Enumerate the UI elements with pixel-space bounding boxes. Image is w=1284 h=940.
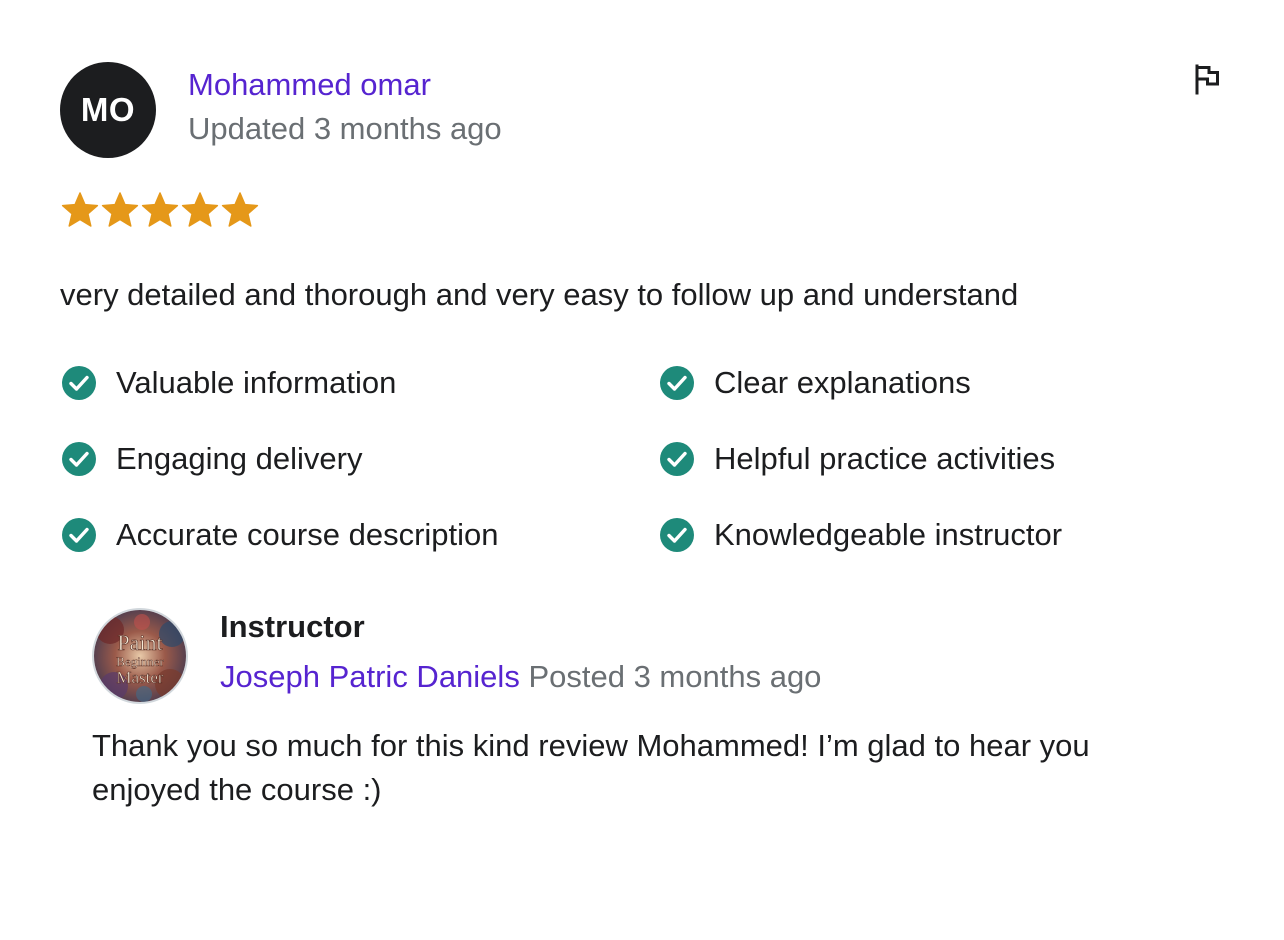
feedback-item: Helpful practice activities — [658, 440, 1180, 478]
instructor-avatar: Paint Beginner Master — [92, 608, 188, 704]
check-circle-icon — [660, 442, 694, 476]
feedback-list: Valuable information Clear explanations En… — [60, 364, 1180, 554]
feedback-item: Valuable information — [60, 364, 658, 402]
star-icon — [101, 192, 139, 227]
instructor-reply-text: Thank you so much for this kind review M… — [92, 728, 1090, 807]
reviewer-name: Mohammed omar — [188, 67, 431, 102]
feedback-item: Knowledgeable instructor — [658, 516, 1180, 554]
feedback-label: Helpful practice activities — [714, 441, 1056, 476]
star-icon — [141, 192, 179, 227]
flag-icon[interactable] — [1190, 62, 1224, 96]
star-rating — [60, 190, 260, 230]
check-circle-icon — [62, 518, 96, 552]
response-posted-time: Posted 3 months ago — [528, 659, 822, 694]
feedback-label: Valuable information — [116, 365, 397, 400]
feedback-label: Clear explanations — [714, 365, 971, 400]
avatar-text-beginner: Beginner — [116, 654, 164, 669]
star-icon — [61, 192, 99, 227]
instructor-role-label: Instructor — [220, 609, 365, 644]
review-text: very detailed and thorough and very easy… — [60, 277, 1019, 312]
check-circle-icon — [660, 518, 694, 552]
feedback-label: Engaging delivery — [116, 441, 363, 476]
check-circle-icon — [62, 366, 96, 400]
avatar-initials: MO — [80, 91, 136, 128]
check-circle-icon — [62, 442, 96, 476]
avatar-text-master: Master — [116, 668, 164, 687]
review-updated-time: Updated 3 months ago — [188, 111, 502, 146]
feedback-label: Knowledgeable instructor — [714, 517, 1063, 552]
star-icon — [181, 192, 219, 227]
check-circle-icon — [660, 366, 694, 400]
reviewer-avatar: MO — [60, 62, 156, 158]
instructor-meta: Joseph Patric Daniels Posted 3 months ag… — [220, 658, 821, 696]
feedback-item: Accurate course description — [60, 516, 658, 554]
instructor-name[interactable]: Joseph Patric Daniels — [220, 659, 520, 694]
avatar-text-paint: Paint — [117, 630, 162, 655]
feedback-label: Accurate course description — [116, 517, 499, 552]
star-icon — [221, 192, 259, 227]
feedback-item: Clear explanations — [658, 364, 1180, 402]
feedback-item: Engaging delivery — [60, 440, 658, 478]
